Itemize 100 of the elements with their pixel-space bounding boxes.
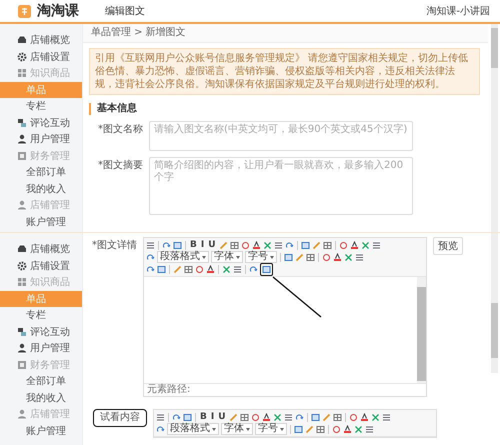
- gear-icon: [17, 260, 27, 271]
- curved-arrow-icon[interactable]: [146, 252, 155, 262]
- pencil-icon[interactable]: [218, 240, 228, 250]
- table-icon[interactable]: [316, 424, 325, 434]
- color-icon[interactable]: [343, 424, 352, 434]
- chat-icon: [17, 118, 27, 128]
- circle-icon[interactable]: [240, 240, 250, 250]
- lines-icon[interactable]: [365, 424, 374, 434]
- color-icon[interactable]: [206, 264, 215, 274]
- color-icon[interactable]: [350, 240, 359, 250]
- input-field[interactable]: 请输入图文名称(中英文均可，最长90个英文或45个汉字): [149, 121, 413, 151]
- section-title: 基本信息: [89, 103, 480, 115]
- scrollbar-thumb[interactable]: [491, 28, 498, 68]
- preview-button[interactable]: 预览: [433, 237, 463, 255]
- sidebar-item[interactable]: 账户管理: [0, 214, 82, 230]
- sidebar-item[interactable]: 全部订单: [0, 164, 82, 180]
- sidebar-item[interactable]: 专栏: [0, 307, 82, 324]
- annotation-line: [272, 276, 322, 318]
- caret-icon: [212, 428, 216, 430]
- sidebar-item[interactable]: 用户管理: [0, 340, 82, 356]
- sidebar-item[interactable]: 账户管理: [0, 422, 82, 439]
- sidebar-item[interactable]: 我的收入: [0, 390, 82, 406]
- lines-icon[interactable]: [156, 412, 165, 422]
- table-icon[interactable]: [332, 412, 342, 422]
- shop-icon: [17, 35, 27, 46]
- lines-icon[interactable]: [382, 412, 391, 422]
- format-button[interactable]: U: [217, 412, 227, 422]
- table-icon[interactable]: [230, 240, 239, 250]
- color-icon[interactable]: [360, 412, 369, 422]
- lines-icon[interactable]: [355, 252, 364, 262]
- rich-text-editor[interactable]: B I U 段落格式 字体 字号 元素路径:: [143, 237, 427, 397]
- caret-icon: [246, 428, 250, 430]
- lines-icon[interactable]: [284, 412, 293, 422]
- scrollbar[interactable]: [491, 24, 498, 232]
- sidebar-item[interactable]: 店铺设置: [0, 48, 82, 65]
- circle-icon[interactable]: [348, 412, 358, 422]
- element-path: 元素路径:: [144, 383, 426, 396]
- format-button[interactable]: I: [210, 412, 216, 422]
- dropdown[interactable]: 段落格式: [167, 423, 219, 435]
- curved-arrow-icon[interactable]: [162, 240, 171, 250]
- shop-icon: [17, 244, 27, 254]
- curved-arrow-icon[interactable]: [284, 240, 294, 250]
- circle-icon[interactable]: [195, 264, 204, 274]
- curved-arrow-icon[interactable]: [146, 264, 155, 274]
- dropdown[interactable]: 字体: [211, 251, 243, 263]
- square-icon: [17, 150, 27, 161]
- notice-text: 引用《互联网用户公众账号信息服务管理规定》 请您遵守国家相关规定，切勿上传低俗色情、暴力恐怖、虚假谣言、营销诈骗、侵权盗版等相关内容，违反相关法律法规，违背社会公序良俗。淘知课保有依据国家规定及平台规则进行处理的权利。: [89, 48, 480, 95]
- lines-icon[interactable]: [146, 240, 155, 250]
- dropdown[interactable]: 段落格式: [157, 251, 209, 263]
- header-tab[interactable]: 编辑图文: [105, 4, 145, 18]
- circle-icon[interactable]: [338, 240, 348, 250]
- pencil-icon[interactable]: [173, 264, 182, 274]
- scrollbar-thumb[interactable]: [491, 303, 498, 358]
- grid-icon: [17, 68, 27, 78]
- rich-text-editor[interactable]: B I U 段落格式 字体 字号: [153, 409, 437, 438]
- circle-icon[interactable]: [250, 412, 260, 422]
- format-button[interactable]: B: [199, 412, 208, 422]
- lines-icon[interactable]: [233, 264, 242, 274]
- breadcrumb: 单品管理 > 新增图文: [83, 24, 488, 43]
- curved-arrow-icon[interactable]: [294, 412, 304, 422]
- color-icon[interactable]: [333, 252, 342, 262]
- table-icon[interactable]: [184, 264, 193, 274]
- sidebar-item[interactable]: 店铺概览: [0, 32, 82, 48]
- lines-icon[interactable]: [372, 240, 381, 250]
- curved-arrow-icon[interactable]: [172, 412, 181, 422]
- pencil-icon[interactable]: [228, 412, 238, 422]
- text-area[interactable]: 简略介绍图的内容，让用户看一眼就喜欢，最多输入200个字: [149, 157, 413, 215]
- dropdown[interactable]: 字号: [255, 423, 287, 435]
- color-icon[interactable]: [262, 412, 271, 422]
- sidebar-item[interactable]: 全部订单: [0, 373, 82, 390]
- frame-icon[interactable]: [260, 262, 273, 276]
- dropdown[interactable]: 字体: [221, 423, 253, 435]
- sidebar-item[interactable]: 用户管理: [0, 131, 82, 148]
- format-button[interactable]: U: [207, 240, 217, 250]
- table-icon[interactable]: [322, 240, 332, 250]
- cross-icon[interactable]: [222, 264, 231, 274]
- sidebar-item[interactable]: 评论互动: [0, 114, 82, 131]
- sidebar-item[interactable]: 店铺设置: [0, 258, 82, 274]
- field-label: 试看内容: [93, 409, 147, 427]
- format-button[interactable]: I: [200, 240, 206, 250]
- curved-arrow-icon[interactable]: [249, 264, 258, 274]
- sidebar-item[interactable]: 评论互动: [0, 324, 82, 340]
- table-icon[interactable]: [306, 252, 315, 262]
- table-icon[interactable]: [240, 412, 249, 422]
- format-button[interactable]: B: [189, 240, 198, 250]
- sidebar-item[interactable]: 我的收入: [0, 180, 82, 197]
- account-name[interactable]: 淘知课-小讲园: [426, 4, 490, 18]
- sidebar-item[interactable]: 店铺概览: [0, 241, 82, 258]
- dropdown[interactable]: 字号: [245, 251, 277, 263]
- chat-icon: [17, 326, 27, 337]
- curved-arrow-icon[interactable]: [156, 424, 165, 434]
- sidebar-item[interactable]: 专栏: [0, 98, 82, 114]
- logo-text: 淘淘课: [37, 2, 79, 20]
- scrollbar[interactable]: [491, 233, 498, 373]
- color-icon[interactable]: [252, 240, 261, 250]
- field-label: *图文摘要: [97, 158, 143, 173]
- gear-icon: [17, 52, 27, 62]
- lines-icon[interactable]: [274, 240, 283, 250]
- circle-icon[interactable]: [332, 424, 341, 434]
- circle-icon[interactable]: [322, 252, 331, 262]
